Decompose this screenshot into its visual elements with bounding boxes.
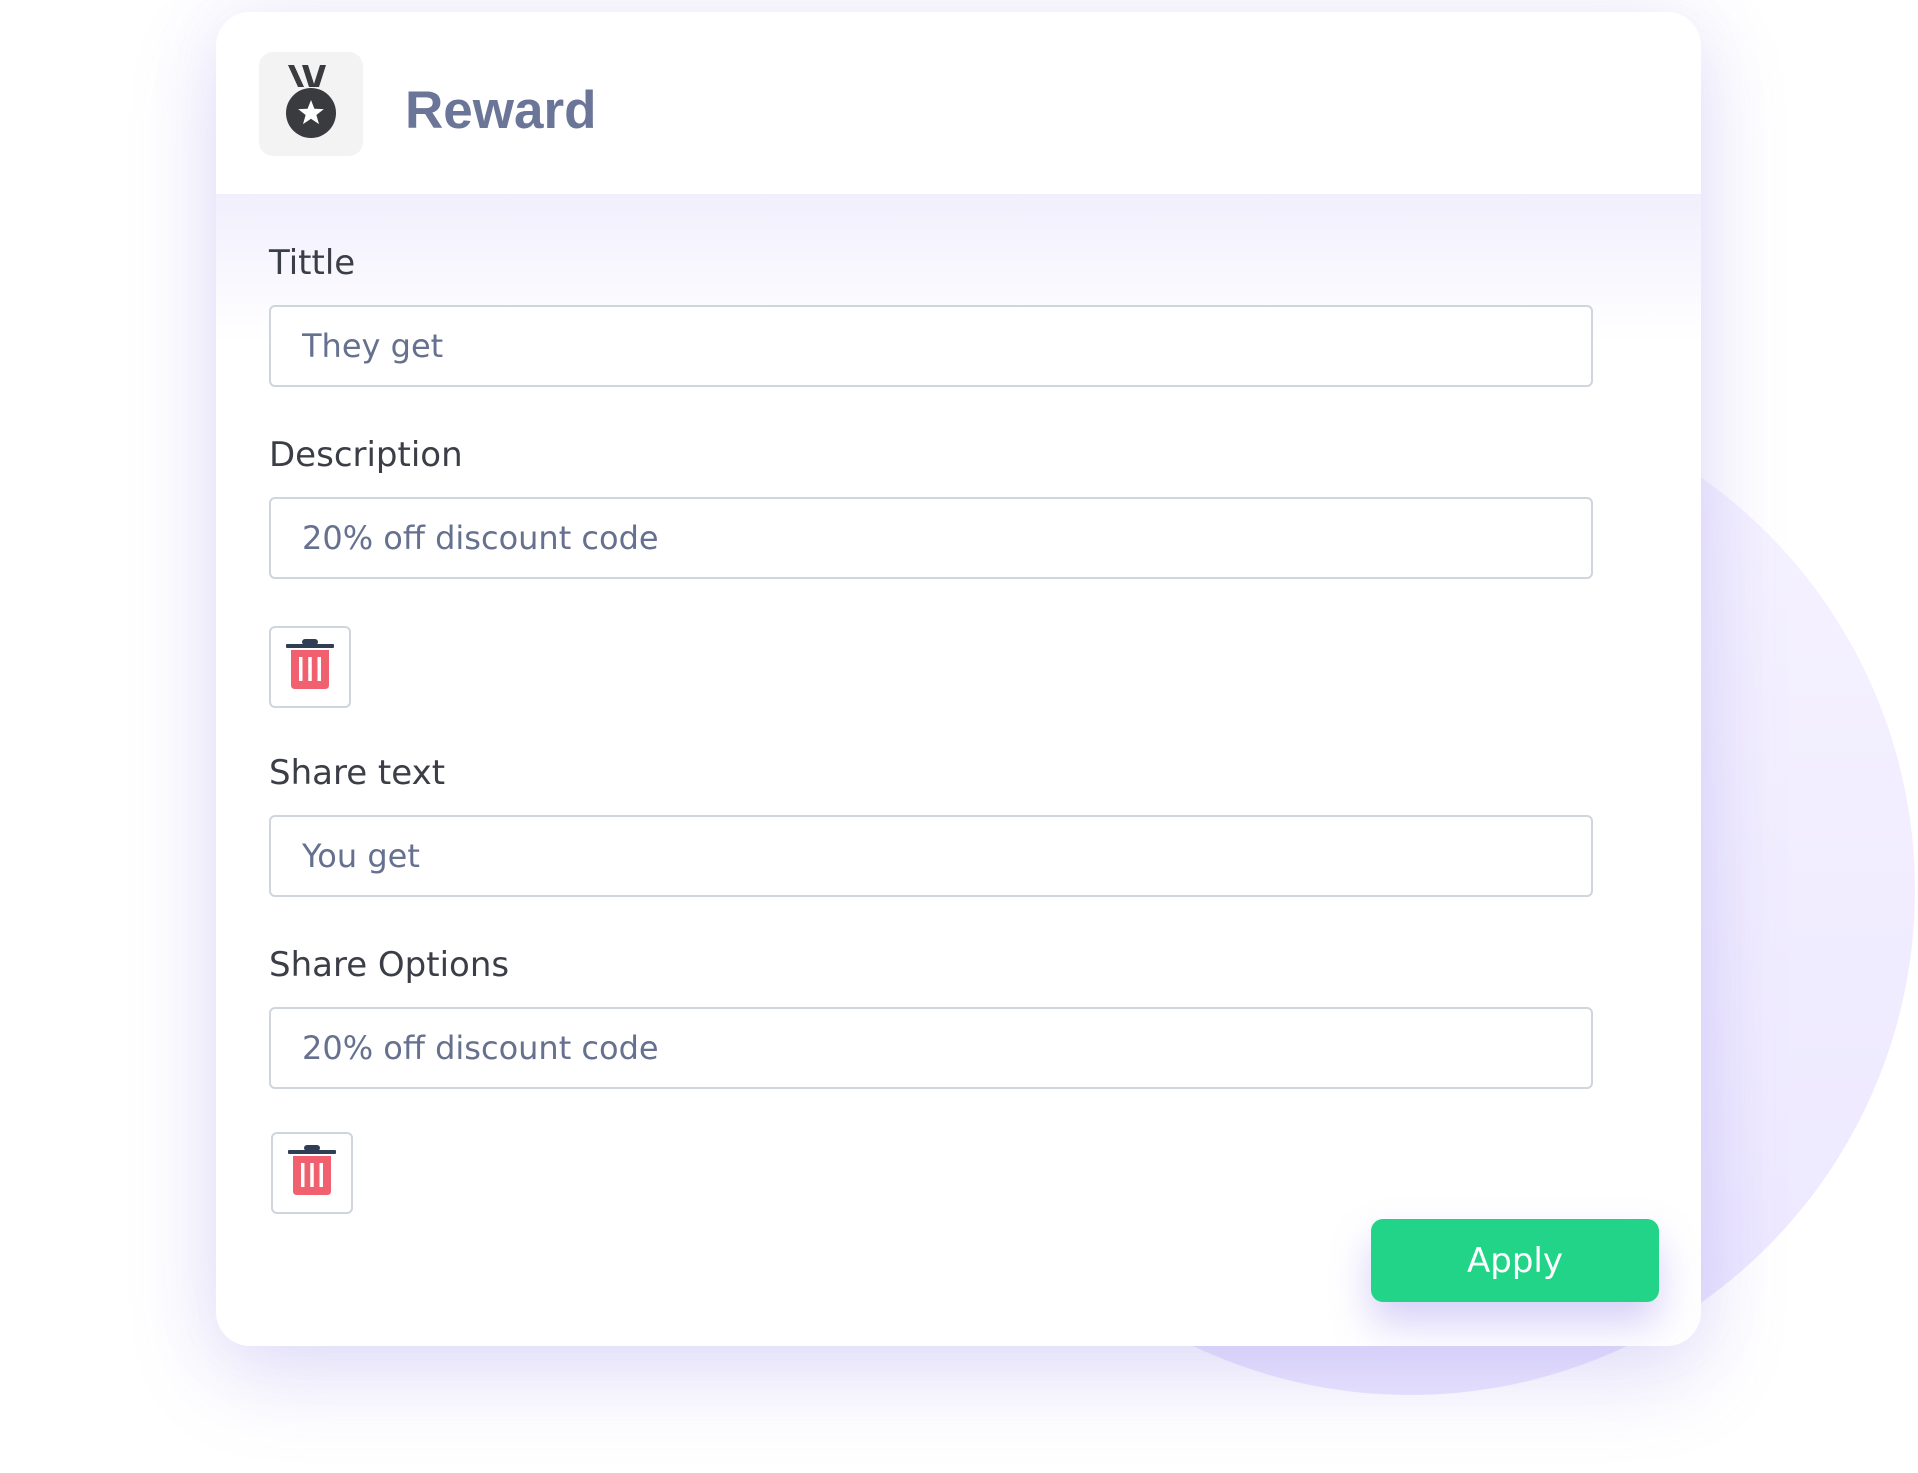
description-label: Description [269,435,463,475]
medal-icon [284,65,338,143]
reward-icon-tile [259,52,363,156]
apply-button[interactable]: Apply [1371,1219,1659,1302]
reward-card: Reward Tittle Description Share text Sha… [216,12,1701,1346]
card-header: Reward [216,12,1701,194]
trash-icon [288,1145,336,1201]
share-text-label: Share text [269,753,446,793]
description-input[interactable] [269,497,1593,579]
share-options-input[interactable] [269,1007,1593,1089]
share-options-label: Share Options [269,945,510,985]
page-title: Reward [405,81,597,140]
title-input[interactable] [269,305,1593,387]
title-label: Tittle [269,243,356,283]
trash-icon [286,639,334,695]
delete-share-option-button[interactable] [271,1132,353,1214]
delete-description-button[interactable] [269,626,351,708]
share-text-input[interactable] [269,815,1593,897]
